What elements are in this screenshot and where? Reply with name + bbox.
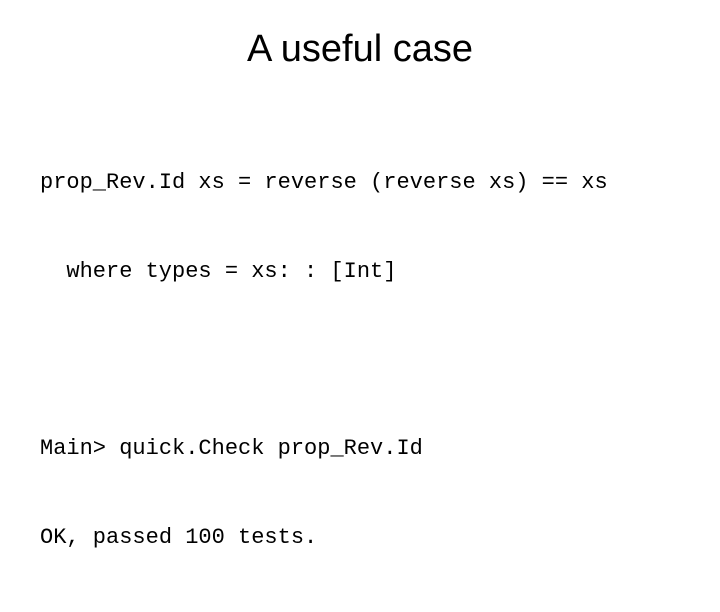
code-line: where types = xs: : [Int] <box>40 257 680 287</box>
code-line: OK, passed 100 tests. <box>40 523 680 553</box>
slide-title: A useful case <box>40 28 680 71</box>
code-block-definition: prop_Rev.Id xs = reverse (reverse xs) ==… <box>40 109 680 347</box>
slide-container: A useful case prop_Rev.Id xs = reverse (… <box>0 0 720 540</box>
code-line: prop_Rev.Id xs = reverse (reverse xs) ==… <box>40 168 680 198</box>
code-block-output: Main> quick.Check prop_Rev.Id OK, passed… <box>40 375 680 612</box>
code-line: Main> quick.Check prop_Rev.Id <box>40 434 680 464</box>
